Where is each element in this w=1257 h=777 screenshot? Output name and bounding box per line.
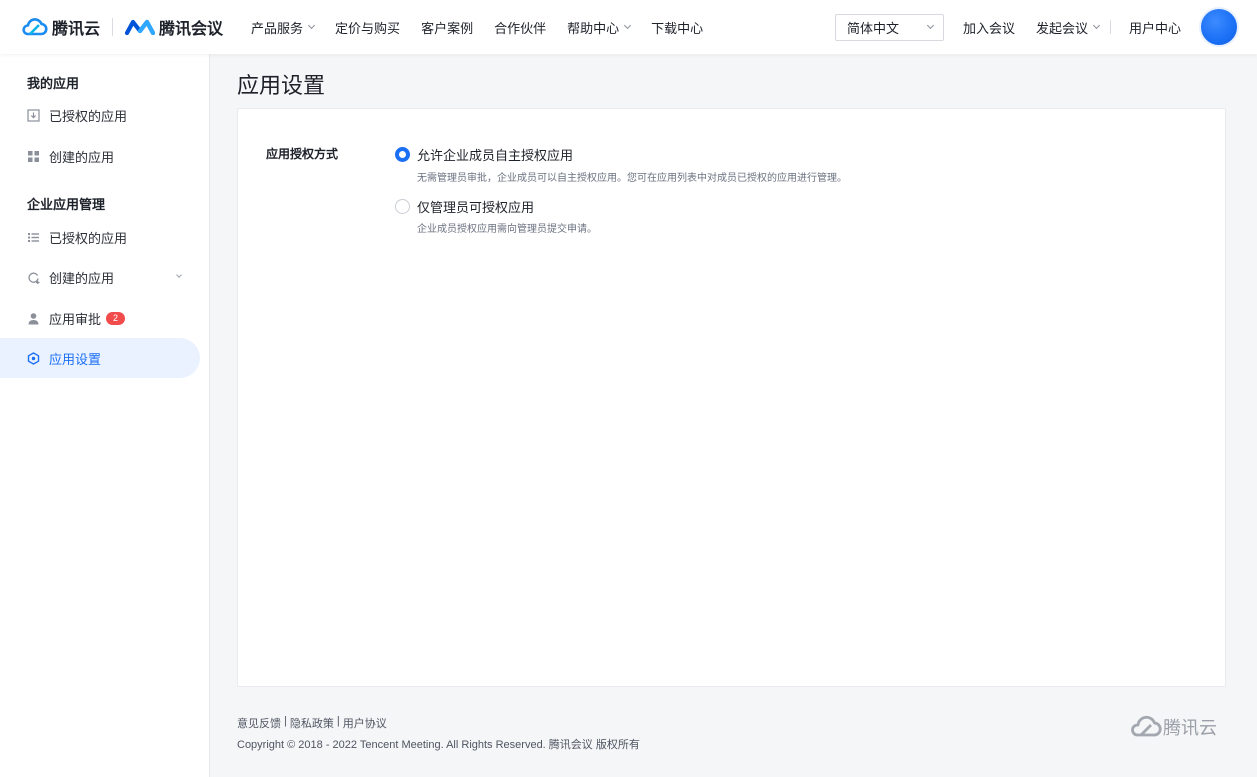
join-meeting-label: 加入会议 <box>962 20 1015 36</box>
sidebar-item-label: 应用设置 <box>49 351 102 367</box>
footer-separator: | <box>336 715 340 727</box>
footer-link-feedback[interactable]: 意见反馈 <box>237 715 281 731</box>
join-meeting-link[interactable]: 加入会议 <box>963 18 1015 37</box>
meeting-logo-icon <box>125 19 156 35</box>
radio-option-label: 仅管理员可授权应用 <box>417 200 535 215</box>
tencent-cloud-logo[interactable]: 腾讯云 <box>20 15 100 39</box>
brand-divider <box>112 18 114 36</box>
user-icon <box>27 312 40 325</box>
sidebar-item-enterprise-created-apps[interactable]: 创建的应用 <box>0 257 200 297</box>
nav-download[interactable]: 下载中心 <box>651 18 703 37</box>
footer-link-privacy[interactable]: 隐私政策 <box>290 715 334 731</box>
nav-divider <box>1109 20 1111 34</box>
radio-option-description: 企业成员授权应用需向管理员提交申请。 <box>417 224 597 235</box>
brand-area: 腾讯云 腾讯会议 <box>20 15 223 39</box>
auth-method-label: 应用授权方式 <box>266 147 339 161</box>
sidebar-group-my-apps: 我的应用 <box>27 76 80 91</box>
nav-partners-label: 合作伙伴 <box>494 20 547 36</box>
footer-links: 意见反馈 | 隐私政策 | 用户协议 <box>237 715 387 731</box>
download-box-icon <box>27 108 40 122</box>
sidebar-item-app-approval[interactable]: 应用审批 2 <box>0 298 200 338</box>
nav-download-label: 下载中心 <box>651 20 704 36</box>
nav-partners[interactable]: 合作伙伴 <box>494 18 546 37</box>
chevron-down-icon <box>624 21 632 30</box>
cloud-logo-icon <box>1131 715 1162 737</box>
user-center-link[interactable]: 用户中心 <box>1129 18 1181 37</box>
nav-help[interactable]: 帮助中心 <box>567 18 632 37</box>
chevron-down-icon <box>926 21 934 30</box>
nav-products-label: 产品服务 <box>251 20 304 36</box>
sidebar-group-enterprise-apps: 企业应用管理 <box>27 197 106 212</box>
refresh-add-icon <box>27 271 40 284</box>
copyright-text: Copyright © 2018 - 2022 Tencent Meeting.… <box>237 739 640 751</box>
tencent-meeting-text: 腾讯会议 <box>159 21 224 38</box>
user-center-label: 用户中心 <box>1128 20 1181 36</box>
settings-hexagon-icon <box>27 351 40 365</box>
nav-help-label: 帮助中心 <box>567 20 620 36</box>
nav-cases[interactable]: 客户案例 <box>421 18 473 37</box>
chevron-down-icon <box>308 21 316 30</box>
sidebar-item-my-authorized-apps[interactable]: 已授权的应用 <box>0 95 200 135</box>
radio-allow-member-authorize[interactable]: 允许企业成员自主授权应用 <box>395 145 573 164</box>
chevron-down-icon <box>1092 21 1101 30</box>
sidebar-item-label: 已授权的应用 <box>49 108 128 124</box>
top-navigation-bar: 腾讯云 腾讯会议 产品服务 定价与购买 客户案例 合作伙伴 帮助中心 下载中心 … <box>0 0 1257 54</box>
footer-link-terms[interactable]: 用户协议 <box>343 715 387 731</box>
nav-pricing[interactable]: 定价与购买 <box>335 18 400 37</box>
sidebar-item-my-created-apps[interactable]: 创建的应用 <box>0 136 200 176</box>
sidebar-item-label: 创建的应用 <box>49 149 115 165</box>
radio-option-label: 允许企业成员自主授权应用 <box>417 148 574 163</box>
page-title: 应用设置 <box>237 73 326 98</box>
sidebar-item-label: 创建的应用 <box>49 270 115 286</box>
sidebar-item-enterprise-authorized-apps[interactable]: 已授权的应用 <box>0 217 200 257</box>
main-nav: 产品服务 定价与购买 客户案例 合作伙伴 帮助中心 下载中心 <box>251 0 724 54</box>
radio-checked-icon <box>395 147 410 162</box>
list-icon <box>27 231 40 244</box>
radio-unchecked-icon <box>395 199 410 214</box>
start-meeting-label: 发起会议 <box>1035 20 1088 36</box>
tencent-meeting-logo[interactable]: 腾讯会议 <box>125 15 223 39</box>
sidebar-item-app-settings[interactable]: 应用设置 <box>0 338 200 378</box>
grid-icon <box>27 150 40 163</box>
language-value: 简体中文 <box>846 20 899 36</box>
sidebar-item-label: 已授权的应用 <box>49 230 128 246</box>
chevron-down-icon <box>176 272 182 278</box>
nav-pricing-label: 定价与购买 <box>335 20 401 36</box>
footer-logo-text: 腾讯云 <box>1163 718 1217 738</box>
tencent-cloud-text: 腾讯云 <box>52 21 101 38</box>
nav-cases-label: 客户案例 <box>421 20 474 36</box>
start-meeting-menu[interactable]: 发起会议 <box>1035 18 1101 37</box>
right-nav: 简体中文 加入会议 发起会议 用户中心 <box>834 0 1239 54</box>
avatar[interactable] <box>1199 7 1239 47</box>
footer-separator: | <box>284 715 287 727</box>
radio-admin-only-authorize[interactable]: 仅管理员可授权应用 <box>395 197 534 216</box>
language-select[interactable]: 简体中文 <box>834 13 944 41</box>
status-badge: 2 <box>106 311 126 325</box>
sidebar: 我的应用 已授权的应用 创建的应用 企业应用管理 已授权的应用 创建的应用 应用… <box>0 54 210 777</box>
footer-tencent-cloud-logo: 腾讯云 <box>1129 714 1217 740</box>
sidebar-item-label: 应用审批 <box>49 311 102 327</box>
radio-option-description: 无需管理员审批，企业成员可以自主授权应用。您可在应用列表中对成员已授权的应用进行… <box>417 173 847 184</box>
cloud-logo-icon <box>22 18 48 36</box>
nav-products[interactable]: 产品服务 <box>251 18 316 37</box>
settings-card: 应用授权方式 允许企业成员自主授权应用 无需管理员审批，企业成员可以自主授权应用… <box>237 108 1226 687</box>
